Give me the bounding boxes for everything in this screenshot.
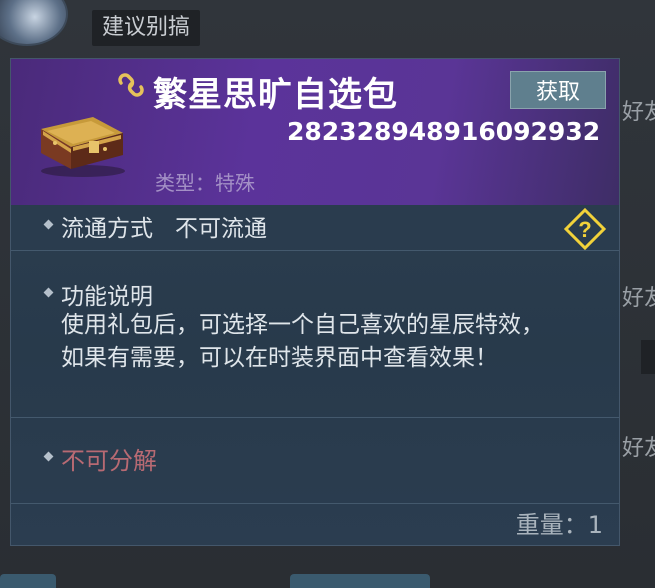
diamond-bullet-icon: [43, 219, 54, 229]
svg-text:?: ?: [578, 217, 591, 242]
diamond-bullet-icon: [43, 287, 54, 297]
side-tag: [641, 340, 655, 374]
function-title-text: 功能说明: [61, 284, 153, 310]
side-snippet-2: 好友: [622, 286, 655, 311]
side-snippet-3: 好友: [622, 436, 655, 461]
item-id: 282328948916092932: [287, 117, 601, 146]
link-chain-icon[interactable]: [115, 69, 147, 101]
function-description: 使用礼包后，可选择一个自己喜欢的星辰特效，如果有需要，可以在时装界面中查看效果！: [61, 312, 544, 371]
item-type: 类型：特殊: [155, 171, 255, 195]
bottom-avatar-right: [290, 574, 430, 588]
decompose-text: 不可分解: [61, 447, 157, 475]
diamond-bullet-icon: [43, 451, 54, 462]
weight-label: 重量：1: [515, 511, 603, 539]
help-question-icon[interactable]: ?: [563, 207, 607, 251]
item-header: 繁星思旷自选包 获取 282328948916092932 类型：特殊: [11, 59, 619, 205]
chat-message: 建议别搞: [92, 10, 201, 46]
treasure-chest-icon: [41, 117, 125, 177]
divider: [11, 250, 619, 251]
decompose-row: 不可分解: [43, 441, 157, 476]
function-title: 功能说明: [43, 277, 153, 311]
item-name: 繁星思旷自选包: [153, 75, 398, 115]
bottom-avatar-left: [0, 574, 56, 588]
get-button[interactable]: 获取: [510, 71, 606, 109]
side-snippet-1: 好友: [622, 100, 655, 125]
divider: [11, 503, 619, 504]
circulation-row: 流通方式 不可流通: [43, 209, 267, 243]
item-tooltip-panel: 繁星思旷自选包 获取 282328948916092932 类型：特殊 流通方式…: [10, 58, 620, 546]
circulation-label: 流通方式: [61, 216, 153, 242]
circulation-value: 不可流通: [175, 216, 267, 242]
divider: [11, 417, 619, 418]
